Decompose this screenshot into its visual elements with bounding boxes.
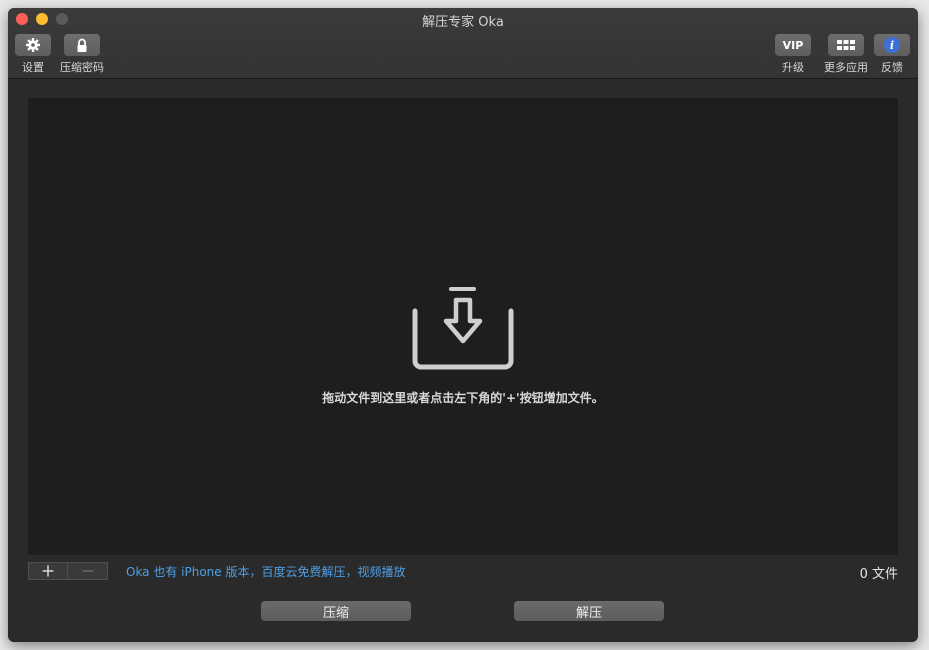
compress-button[interactable]: 压缩 xyxy=(261,601,411,621)
gear-icon xyxy=(26,38,40,52)
feedback-tool[interactable]: i 反馈 xyxy=(874,34,910,75)
app-window: 解压专家 Oka 设置 压缩密码 VIP 升级 更多应用 i 反馈 拖动文件到这… xyxy=(8,8,918,642)
add-file-button[interactable] xyxy=(28,562,68,580)
bottom-bar: Oka 也有 iPhone 版本，百度云免费解压，视频播放 0 文件 xyxy=(28,561,898,583)
password-button[interactable] xyxy=(64,34,100,56)
password-tool[interactable]: 压缩密码 xyxy=(60,34,104,75)
iphone-promo-link[interactable]: Oka 也有 iPhone 版本，百度云免费解压，视频播放 xyxy=(126,563,406,580)
file-drop-area[interactable]: 拖动文件到这里或者点击左下角的'+'按钮增加文件。 xyxy=(28,98,898,555)
lock-icon xyxy=(77,38,87,52)
info-icon-glyph: i xyxy=(889,38,895,52)
upgrade-label: 升级 xyxy=(782,61,804,74)
plus-icon xyxy=(42,565,54,577)
drop-hint: 拖动文件到这里或者点击左下角的'+'按钮增加文件。 xyxy=(322,391,604,405)
extract-button[interactable]: 解压 xyxy=(514,601,664,621)
feedback-label: 反馈 xyxy=(881,61,903,74)
vip-button[interactable]: VIP xyxy=(775,34,811,56)
window-title: 解压专家 Oka xyxy=(422,15,504,30)
settings-label: 设置 xyxy=(22,61,44,74)
settings-button[interactable] xyxy=(15,34,51,56)
more-apps-tool[interactable]: 更多应用 xyxy=(824,34,868,75)
settings-tool[interactable]: 设置 xyxy=(15,34,51,75)
grid-icon xyxy=(837,40,855,50)
upgrade-tool[interactable]: VIP 升级 xyxy=(775,34,811,75)
minus-icon xyxy=(82,570,93,572)
more-apps-button[interactable] xyxy=(828,34,864,56)
titlebar: 解压专家 Oka 设置 压缩密码 VIP 升级 更多应用 i 反馈 xyxy=(8,8,918,79)
remove-file-button[interactable] xyxy=(68,562,108,580)
password-label: 压缩密码 xyxy=(60,61,104,74)
info-icon: i xyxy=(884,37,900,53)
vip-badge: VIP xyxy=(782,38,804,52)
more-apps-label: 更多应用 xyxy=(824,61,868,74)
feedback-button[interactable]: i xyxy=(874,34,910,56)
download-tray-icon xyxy=(412,287,514,370)
file-count: 0 文件 xyxy=(859,567,898,582)
